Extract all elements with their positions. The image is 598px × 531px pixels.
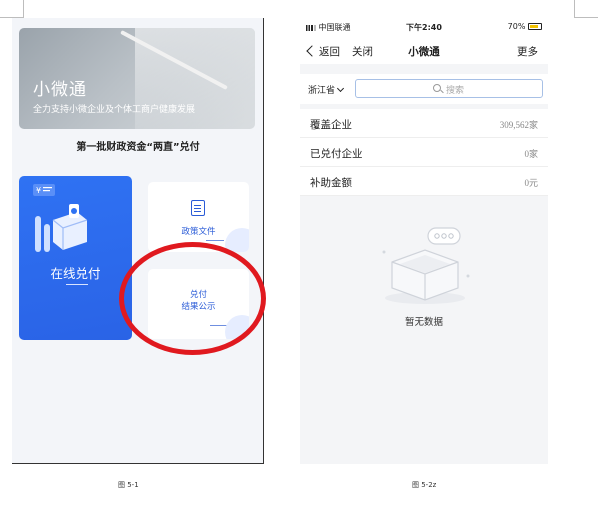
banner-subtitle: 全力支持小微企业及个体工商户健康发展 [33,105,196,115]
province-label: 浙江省 [308,86,336,96]
svg-text:¥: ¥ [36,186,41,195]
right-phone-screenshot: 中国联通 下午2:40 70% 返回 关闭 小微通 更多 浙江省 搜索 覆盖企业… [300,18,548,464]
stat-label: 补助金额 [310,177,352,189]
empty-box-icon [382,227,470,304]
stats-list: 覆盖企业 309,562家 已兑付企业 0家 补助金额 0元 [300,109,548,196]
document-icon [191,200,205,216]
status-bar: 中国联通 下午2:40 70% [300,18,548,36]
battery-icon [528,23,542,30]
battery-label: 70% [507,22,526,31]
payment-hand-icon [35,204,88,252]
online-payment-arrow-icon [66,284,88,285]
stat-row-amount: 补助金额 0元 [300,167,548,196]
online-payment-card[interactable]: ¥ 在线兑付 [19,176,132,340]
highlight-circle-annotation [119,242,266,355]
figure-caption-right: 图 5-2z [412,481,437,489]
page-corner-mark-left [0,0,24,18]
figure-caption-left: 图 5-1 [118,481,139,489]
chevron-down-icon [336,84,345,93]
nav-bar: 返回 关闭 小微通 更多 [300,36,548,64]
yuan-badge-icon: ¥ [33,184,55,196]
stat-value: 0元 [524,178,538,188]
filter-bar: 浙江省 搜索 [300,74,548,104]
stat-value: 309,562家 [499,120,538,130]
section-title: 第一批财政资金“两直”兑付 [76,142,200,153]
stat-row-paid: 已兑付企业 0家 [300,138,548,167]
stat-row-covered: 覆盖企业 309,562家 [300,109,548,138]
more-button[interactable]: 更多 [517,44,538,59]
empty-state-text: 暂无数据 [404,317,443,328]
search-placeholder: 搜索 [446,86,465,96]
online-payment-label: 在线兑付 [50,266,101,281]
banner[interactable]: 小微通 全力支持小微企业及个体工商户健康发展 [19,28,255,129]
document-page: 小微通 全力支持小微企业及个体工商户健康发展 第一批财政资金“两直”兑付 ¥ 在… [0,0,598,531]
stat-label: 已兑付企业 [310,148,363,160]
banner-title: 小微通 [33,80,87,100]
stat-label: 覆盖企业 [310,119,352,131]
left-phone-screenshot: 小微通 全力支持小微企业及个体工商户健康发展 第一批财政资金“两直”兑付 ¥ 在… [12,18,264,464]
stat-value: 0家 [524,149,538,159]
search-input[interactable]: 搜索 [355,79,543,98]
battery: 70% [508,22,542,31]
policy-docs-arrow-icon [206,240,224,241]
nav-title: 小微通 [408,46,440,58]
page-corner-mark-right [574,0,598,18]
province-select[interactable]: 浙江省 [308,83,345,96]
search-icon [433,84,441,92]
